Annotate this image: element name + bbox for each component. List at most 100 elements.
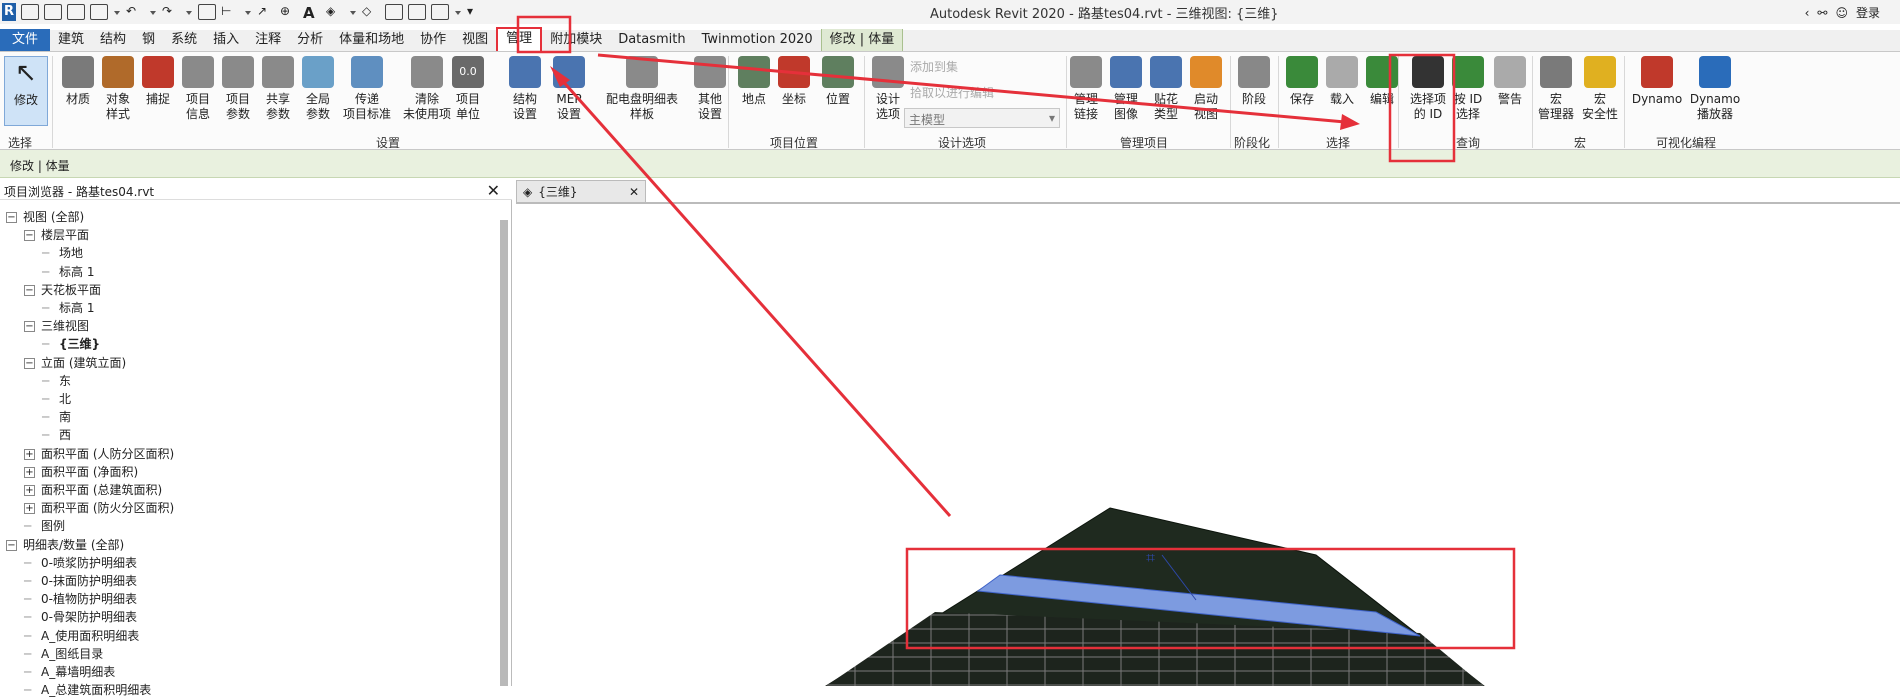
edit-selection-button[interactable]: 编辑	[1362, 56, 1402, 107]
tree-item[interactable]: + 面积平面 (总建筑面积)	[24, 481, 162, 499]
save-selection-button[interactable]: 保存	[1282, 56, 1322, 107]
scrollbar-thumb[interactable]	[500, 220, 508, 686]
view-tab[interactable]: ◈ {三维} ✕	[516, 180, 646, 202]
panel-select-label[interactable]: 选择	[8, 134, 32, 150]
panel-settings-label[interactable]: 设置	[376, 134, 400, 150]
dynamo-player-button[interactable]: Dynamo 播放器	[1688, 56, 1742, 122]
tab-4[interactable]: 系统	[163, 29, 205, 51]
tree-item[interactable]: − 楼层平面	[24, 226, 89, 244]
project-units-button[interactable]: 0.0 项目 单位	[448, 56, 488, 122]
close-icon[interactable]: ✕	[629, 185, 639, 199]
tree-item[interactable]: ─ 标高 1	[42, 263, 94, 281]
tab-6[interactable]: 注释	[247, 29, 289, 51]
position-button[interactable]: 位置	[818, 56, 858, 107]
collapse-icon[interactable]: −	[24, 230, 35, 242]
tree-item[interactable]: ─ 图例	[24, 517, 65, 535]
global-params-button[interactable]: 全局 参数	[298, 56, 338, 122]
binoculars-icon[interactable]: ⚯	[1817, 6, 1827, 20]
expand-icon[interactable]: +	[24, 503, 35, 515]
design-options-button[interactable]: 设计 选项	[868, 56, 908, 122]
tree-item[interactable]: ─ 东	[42, 372, 71, 390]
tab-9[interactable]: 协作	[412, 29, 454, 51]
mep-settings-button[interactable]: MEP 设置	[549, 56, 589, 122]
section-icon[interactable]: ◇	[362, 4, 380, 20]
tree-item[interactable]: ─ 西	[42, 426, 71, 444]
tab-1[interactable]: 建筑	[50, 29, 92, 51]
panel-selection-label[interactable]: 选择	[1326, 134, 1350, 150]
print-icon[interactable]	[198, 4, 216, 20]
3d-viewport[interactable]: ◈ {三维} ✕	[516, 180, 1900, 686]
text-icon[interactable]: A	[303, 4, 321, 22]
transfer-standards-button[interactable]: 传递 项目标准	[340, 56, 394, 122]
user-icon[interactable]: ☺	[1835, 6, 1848, 20]
tree-item[interactable]: ─ A_使用面积明细表	[24, 627, 139, 645]
expand-icon[interactable]: +	[24, 485, 35, 496]
tree-item[interactable]: − 三维视图	[24, 317, 89, 335]
collapse-icon[interactable]: −	[6, 212, 17, 223]
panel-inquiry-label[interactable]: 查询	[1456, 134, 1480, 150]
tree-item[interactable]: ─ {三维}	[42, 335, 100, 353]
tree-item[interactable]: ─ A_图纸目录	[24, 645, 103, 663]
shared-params-button[interactable]: 共享 参数	[258, 56, 298, 122]
redo-icon[interactable]: ↷	[162, 4, 180, 20]
switch-windows-icon[interactable]	[431, 4, 449, 20]
panel-manage-project-label[interactable]: 管理项目	[1120, 134, 1168, 150]
ids-of-selection-button[interactable]: 选择项的 ID	[1402, 56, 1454, 122]
tree-item[interactable]: ─ 0-植物防护明细表	[24, 590, 137, 608]
add-to-set-button[interactable]: 添加到集	[910, 58, 958, 75]
dropdown-icon[interactable]	[149, 4, 157, 20]
macro-manager-button[interactable]: 宏管理器	[1536, 56, 1576, 122]
open-icon[interactable]	[44, 4, 62, 20]
phasing-button[interactable]: 阶段	[1234, 56, 1274, 107]
expand-icon[interactable]: +	[24, 466, 35, 478]
expand-icon[interactable]: +	[24, 448, 35, 460]
thin-lines-icon[interactable]	[385, 4, 403, 20]
project-params-button[interactable]: 项目 参数	[218, 56, 258, 122]
chevron-left-icon[interactable]: ‹	[1805, 6, 1810, 20]
dynamo-button[interactable]: Dynamo	[1630, 56, 1684, 107]
tree-item[interactable]: − 天花板平面	[24, 281, 101, 299]
tree-item[interactable]: ─ 北	[42, 390, 71, 408]
panel-schedule-button[interactable]: 配电盘明细表 样板	[602, 56, 682, 122]
save-icon[interactable]	[67, 4, 85, 20]
tree-item[interactable]: ─ 标高 1	[42, 299, 94, 317]
project-info-button[interactable]: 项目 信息	[178, 56, 218, 122]
design-option-select[interactable]: 主模型 ▾	[904, 108, 1060, 128]
tag-icon[interactable]: ⊕	[280, 4, 298, 20]
tab-8[interactable]: 体量和场地	[331, 29, 412, 51]
tab-7[interactable]: 分析	[289, 29, 331, 51]
load-selection-button[interactable]: 载入	[1322, 56, 1362, 107]
tree-item[interactable]: ─ 0-抹面防护明细表	[24, 572, 137, 590]
tab-0[interactable]: 文件	[0, 29, 51, 51]
dropdown-icon[interactable]	[454, 4, 462, 20]
other-settings-button[interactable]: 其他 设置	[690, 56, 730, 122]
pick-to-edit-button[interactable]: 拾取以进行编辑	[910, 84, 994, 101]
modify-button[interactable]: ↖ 修改	[4, 56, 48, 126]
tree-item[interactable]: ─ 0-骨架防护明细表	[24, 608, 137, 626]
tab-10[interactable]: 视图	[454, 29, 496, 51]
purge-button[interactable]: 清除 未使用项	[400, 56, 454, 122]
undo-icon[interactable]: ↶	[126, 4, 144, 20]
dropdown-icon[interactable]	[113, 4, 121, 20]
tree-item[interactable]: − 立面 (建筑立面)	[24, 354, 126, 372]
dimension-icon[interactable]: ↗	[257, 4, 275, 20]
revit-logo-icon[interactable]: R	[2, 3, 16, 21]
location-button[interactable]: 地点	[734, 56, 774, 107]
tab-3[interactable]: 钢	[134, 29, 163, 51]
materials-button[interactable]: 材质	[58, 56, 98, 107]
tree-item[interactable]: + 面积平面 (防火分区面积)	[24, 499, 174, 517]
tab-14[interactable]: Twinmotion 2020	[694, 29, 821, 51]
tree-item[interactable]: ─ 0-喷浆防护明细表	[24, 554, 137, 572]
snaps-button[interactable]: 捕捉	[138, 56, 178, 107]
tab-11[interactable]: 管理	[496, 27, 543, 51]
panel-visual-programming-label[interactable]: 可视化编程	[1656, 134, 1716, 150]
panel-phasing-label[interactable]: 阶段化	[1234, 134, 1270, 150]
panel-location-label[interactable]: 项目位置	[770, 134, 818, 150]
tree-item[interactable]: − 视图 (全部)	[6, 208, 84, 226]
tree-item[interactable]: − 明细表/数量 (全部)	[6, 536, 124, 554]
tree-item[interactable]: ─ A_总建筑面积明细表	[24, 681, 151, 699]
tab-13[interactable]: Datasmith	[610, 29, 693, 51]
collapse-icon[interactable]: −	[6, 539, 17, 551]
3d-view-icon[interactable]: ◈	[326, 4, 344, 20]
tree-item[interactable]: ─ 南	[42, 408, 71, 426]
